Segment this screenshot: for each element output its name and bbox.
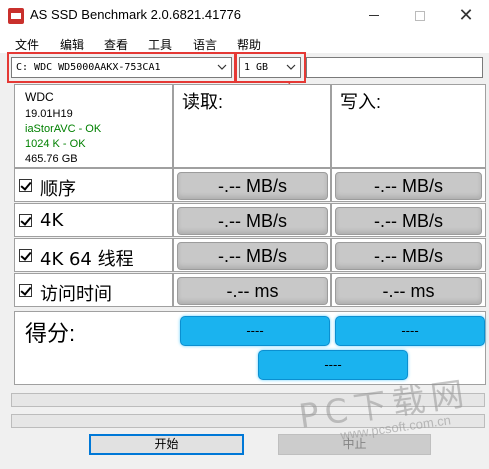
total-score[interactable]: ---- bbox=[258, 350, 408, 380]
4k-label: 4K bbox=[40, 210, 64, 231]
read-score[interactable]: ---- bbox=[180, 316, 330, 346]
write-score[interactable]: ---- bbox=[335, 316, 485, 346]
title-bar: AS SSD Benchmark 2.0.6821.41776 ✕ bbox=[0, 0, 489, 31]
seq-read-cell: -.-- MB/s bbox=[173, 168, 331, 202]
read-label: 读取: bbox=[182, 92, 224, 112]
maximize-button[interactable] bbox=[397, 0, 443, 31]
progress-bar-main bbox=[11, 393, 485, 407]
4k-read-result[interactable]: -.-- MB/s bbox=[177, 207, 328, 235]
menu-file[interactable]: 文件 bbox=[15, 33, 39, 53]
progress-bar-secondary bbox=[11, 414, 485, 428]
4k64-label: 4K 64 线程 bbox=[40, 249, 134, 270]
menu-edit[interactable]: 编辑 bbox=[60, 33, 84, 53]
4k-read-cell: -.-- MB/s bbox=[173, 203, 331, 237]
test-row-4k: 4K bbox=[14, 203, 173, 237]
seq-write-cell: -.-- MB/s bbox=[331, 168, 486, 202]
drive-highlight-box bbox=[7, 52, 236, 83]
drive-model: WDC bbox=[25, 90, 54, 104]
4k-checkbox[interactable] bbox=[19, 214, 32, 227]
drive-capacity: 465.76 GB bbox=[25, 153, 78, 165]
4k64-read-result[interactable]: -.-- MB/s bbox=[177, 242, 328, 270]
drive-driver-status: iaStorAVC - OK bbox=[25, 123, 102, 135]
menu-bar: 文件 编辑 查看 工具 语言 帮助 bbox=[0, 33, 489, 53]
start-button[interactable]: 开始 bbox=[89, 434, 244, 455]
4k64-write-result[interactable]: -.-- MB/s bbox=[335, 242, 482, 270]
close-icon: ✕ bbox=[458, 5, 474, 26]
close-button[interactable]: ✕ bbox=[443, 0, 489, 31]
test-row-seq: 顺序 bbox=[14, 168, 173, 202]
seq-checkbox[interactable] bbox=[19, 179, 32, 192]
test-row-4k64: 4K 64 线程 bbox=[14, 238, 173, 272]
access-time-checkbox[interactable] bbox=[19, 284, 32, 297]
abort-button[interactable]: 中止 bbox=[278, 434, 431, 455]
access-time-write-result[interactable]: -.-- ms bbox=[335, 277, 482, 305]
seq-label: 顺序 bbox=[40, 179, 76, 200]
read-column-header: 读取: bbox=[173, 84, 331, 168]
score-panel: 得分: ---- ---- ---- bbox=[14, 311, 486, 385]
4k64-checkbox[interactable] bbox=[19, 249, 32, 262]
4k-write-cell: -.-- MB/s bbox=[331, 203, 486, 237]
drive-firmware: 19.01H19 bbox=[25, 108, 73, 120]
test-row-access-time: 访问时间 bbox=[14, 273, 173, 307]
menu-tools[interactable]: 工具 bbox=[148, 33, 172, 53]
4k64-read-cell: -.-- MB/s bbox=[173, 238, 331, 272]
status-field bbox=[306, 57, 483, 78]
seq-write-result[interactable]: -.-- MB/s bbox=[335, 172, 482, 200]
seq-read-result[interactable]: -.-- MB/s bbox=[177, 172, 328, 200]
minimize-button[interactable] bbox=[351, 0, 397, 31]
minimize-icon bbox=[369, 15, 379, 16]
access-time-read-cell: -.-- ms bbox=[173, 273, 331, 307]
size-highlight-box bbox=[235, 52, 306, 83]
access-time-write-cell: -.-- ms bbox=[331, 273, 486, 307]
app-icon bbox=[8, 8, 24, 24]
4k-write-result[interactable]: -.-- MB/s bbox=[335, 207, 482, 235]
write-label: 写入: bbox=[340, 92, 382, 112]
menu-view[interactable]: 查看 bbox=[104, 33, 128, 53]
write-column-header: 写入: bbox=[331, 84, 486, 168]
maximize-icon bbox=[415, 10, 425, 21]
menu-help[interactable]: 帮助 bbox=[237, 33, 261, 53]
score-label: 得分: bbox=[25, 321, 76, 346]
menu-language[interactable]: 语言 bbox=[193, 33, 217, 53]
window-title: AS SSD Benchmark 2.0.6821.41776 bbox=[30, 7, 242, 22]
4k64-write-cell: -.-- MB/s bbox=[331, 238, 486, 272]
access-time-read-result[interactable]: -.-- ms bbox=[177, 277, 328, 305]
drive-alignment-status: 1024 K - OK bbox=[25, 138, 86, 150]
drive-info-panel: WDC 19.01H19 iaStorAVC - OK 1024 K - OK … bbox=[14, 84, 173, 168]
access-time-label: 访问时间 bbox=[40, 284, 112, 305]
